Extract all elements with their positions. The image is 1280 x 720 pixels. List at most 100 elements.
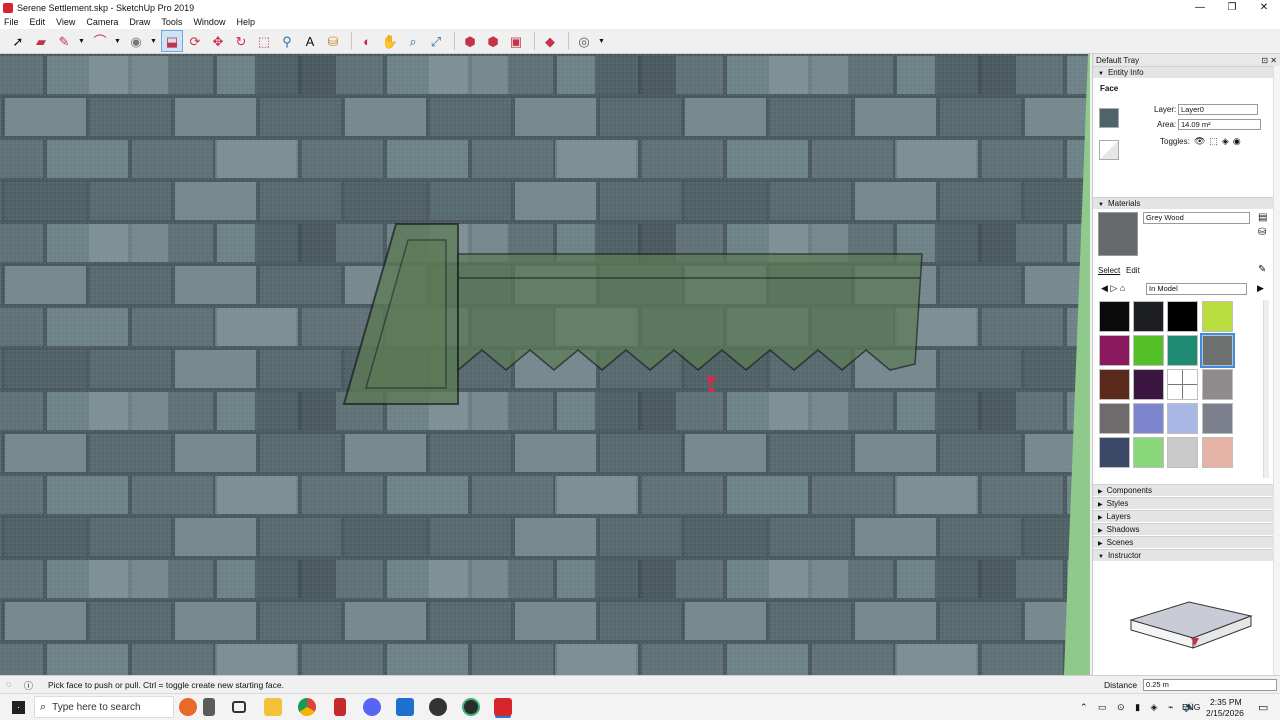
pan-tool-icon[interactable]: ✋ (380, 31, 400, 51)
arc-tool-icon[interactable]: ⌒ (90, 31, 110, 51)
back-arrow-icon[interactable]: ◀ ▷ ⌂ (1101, 283, 1125, 294)
push-pull-tool-icon[interactable]: ⬓ (161, 30, 183, 52)
material-swatch[interactable] (1167, 301, 1198, 332)
menu-camera[interactable]: Camera (86, 17, 118, 27)
menu-view[interactable]: View (56, 17, 75, 27)
material-swatch[interactable] (1099, 301, 1130, 332)
move-tool-icon[interactable]: ✥ (208, 31, 228, 51)
material-swatch[interactable] (1202, 403, 1233, 434)
maximize-button[interactable]: ❐ (1216, 0, 1248, 15)
material-swatch[interactable] (1133, 403, 1164, 434)
eyedropper-icon[interactable]: ✎ (1258, 264, 1266, 275)
menu-file[interactable]: File (4, 17, 19, 27)
obs-icon[interactable] (429, 698, 447, 716)
sketchup-taskbar-icon[interactable] (494, 698, 512, 716)
warehouse-icon[interactable]: ⬢ (460, 31, 480, 51)
extension-manager-icon[interactable]: ◆ (540, 31, 560, 51)
chrome-icon[interactable] (298, 698, 316, 716)
face-back-swatch-icon[interactable] (1099, 140, 1119, 160)
chevron-down-icon[interactable]: ▼ (77, 31, 86, 51)
collection-select[interactable]: In Model (1146, 283, 1247, 295)
text-tool-icon[interactable]: A (300, 31, 320, 51)
styles-header[interactable]: ▶ Styles (1093, 497, 1273, 509)
material-swatch[interactable] (1202, 437, 1233, 468)
create-material-icon[interactable]: ▤ (1258, 212, 1267, 223)
sample-paint-icon[interactable]: ⛁ (1258, 227, 1266, 238)
material-swatch[interactable] (1200, 333, 1235, 368)
material-swatch[interactable] (1133, 335, 1164, 366)
rotate-tool-icon[interactable]: ↻ (231, 31, 251, 51)
material-swatch[interactable] (1202, 301, 1233, 332)
tool-app-icon[interactable] (203, 698, 215, 716)
follow-me-tool-icon[interactable]: ⟳ (185, 31, 205, 51)
swatch-scrollbar[interactable] (1263, 300, 1269, 478)
scenes-header[interactable]: ▶ Scenes (1093, 536, 1273, 548)
language-indicator[interactable]: ENG (1182, 702, 1200, 712)
share-model-icon[interactable]: ⬢ (483, 31, 503, 51)
material-swatch[interactable] (1099, 403, 1130, 434)
file-explorer-icon[interactable] (264, 698, 282, 716)
entity-info-header[interactable]: ▼ Entity Info (1093, 66, 1280, 78)
windows-start-icon[interactable] (12, 701, 25, 714)
chevron-down-icon[interactable]: ▼ (149, 31, 158, 51)
paint-bucket-icon[interactable]: ⛁ (323, 31, 343, 51)
measurement-field[interactable]: 0.25 m (1143, 679, 1277, 691)
area-field[interactable]: 14.09 m² (1178, 119, 1261, 130)
close-button[interactable]: ✕ (1248, 0, 1280, 15)
blue-app-icon[interactable] (396, 698, 414, 716)
material-swatch[interactable] (1099, 335, 1130, 366)
app-icon[interactable] (334, 698, 346, 716)
extension-warehouse-icon[interactable]: ▣ (506, 31, 526, 51)
orbit-tool-icon[interactable]: ◐ (357, 31, 377, 51)
taskbar-search-box[interactable]: ⌕ Type here to search (34, 696, 174, 718)
clock-date[interactable]: 2/15/2026 (1206, 708, 1244, 718)
layers-header[interactable]: ▶ Layers (1093, 510, 1273, 522)
zoom-extents-icon[interactable]: ⤢ (426, 31, 446, 51)
details-arrow-icon[interactable]: ▶ (1257, 283, 1264, 294)
menu-help[interactable]: Help (236, 17, 255, 27)
zoom-tool-icon[interactable]: ⌕ (403, 31, 423, 51)
material-swatch[interactable] (1167, 335, 1198, 366)
minimize-button[interactable]: — (1184, 0, 1216, 15)
material-swatch[interactable] (1202, 369, 1233, 400)
material-swatch[interactable] (1133, 369, 1164, 400)
menu-draw[interactable]: Draw (129, 17, 150, 27)
pin-icon[interactable]: ⊡ ✕ (1261, 56, 1277, 65)
geo-location-icon[interactable]: ◌ (6, 679, 11, 689)
basketball-app-icon[interactable] (179, 698, 197, 716)
menu-edit[interactable]: Edit (30, 17, 46, 27)
menu-window[interactable]: Window (193, 17, 225, 27)
eraser-tool-icon[interactable]: ▰ (31, 31, 51, 51)
material-swatch[interactable] (1133, 437, 1164, 468)
model-viewport[interactable] (0, 54, 1090, 675)
shape-tool-icon[interactable]: ◉ (126, 31, 146, 51)
account-icon[interactable]: ◎ (574, 31, 594, 51)
chevron-down-icon[interactable]: ▼ (597, 31, 606, 51)
tab-edit[interactable]: Edit (1126, 266, 1140, 275)
scene-canvas[interactable] (0, 54, 1090, 675)
discord-icon[interactable] (363, 698, 381, 716)
pencil-tool-icon[interactable]: ✎ (54, 31, 74, 51)
material-swatch[interactable] (1099, 437, 1130, 468)
toggle-icons[interactable]: 👁⬚◈◉ (1194, 136, 1245, 147)
notifications-icon[interactable]: ▭ (1258, 701, 1268, 714)
tab-select[interactable]: Select (1098, 266, 1120, 275)
green-app-icon[interactable] (462, 698, 480, 716)
material-swatch[interactable] (1167, 437, 1198, 468)
info-icon[interactable]: ⓘ (24, 679, 33, 692)
tape-measure-icon[interactable]: ⚲ (277, 31, 297, 51)
material-swatch[interactable] (1167, 403, 1198, 434)
shadows-header[interactable]: ▶ Shadows (1093, 523, 1273, 535)
menu-tools[interactable]: Tools (161, 17, 182, 27)
clock-time[interactable]: 2:35 PM (1210, 697, 1242, 707)
material-swatch[interactable] (1099, 369, 1130, 400)
material-swatch[interactable] (1133, 301, 1164, 332)
materials-header[interactable]: ▼ Materials (1093, 197, 1280, 209)
select-tool-icon[interactable]: ➚ (8, 31, 28, 51)
layer-select[interactable]: Layer0 (1178, 104, 1258, 115)
face-front-swatch-icon[interactable] (1099, 108, 1119, 128)
material-name-field[interactable]: Grey Wood (1143, 212, 1250, 224)
scale-tool-icon[interactable]: ⬚ (254, 31, 274, 51)
tray-scrollbar[interactable] (1273, 66, 1280, 675)
components-header[interactable]: ▶ Components (1093, 484, 1273, 496)
